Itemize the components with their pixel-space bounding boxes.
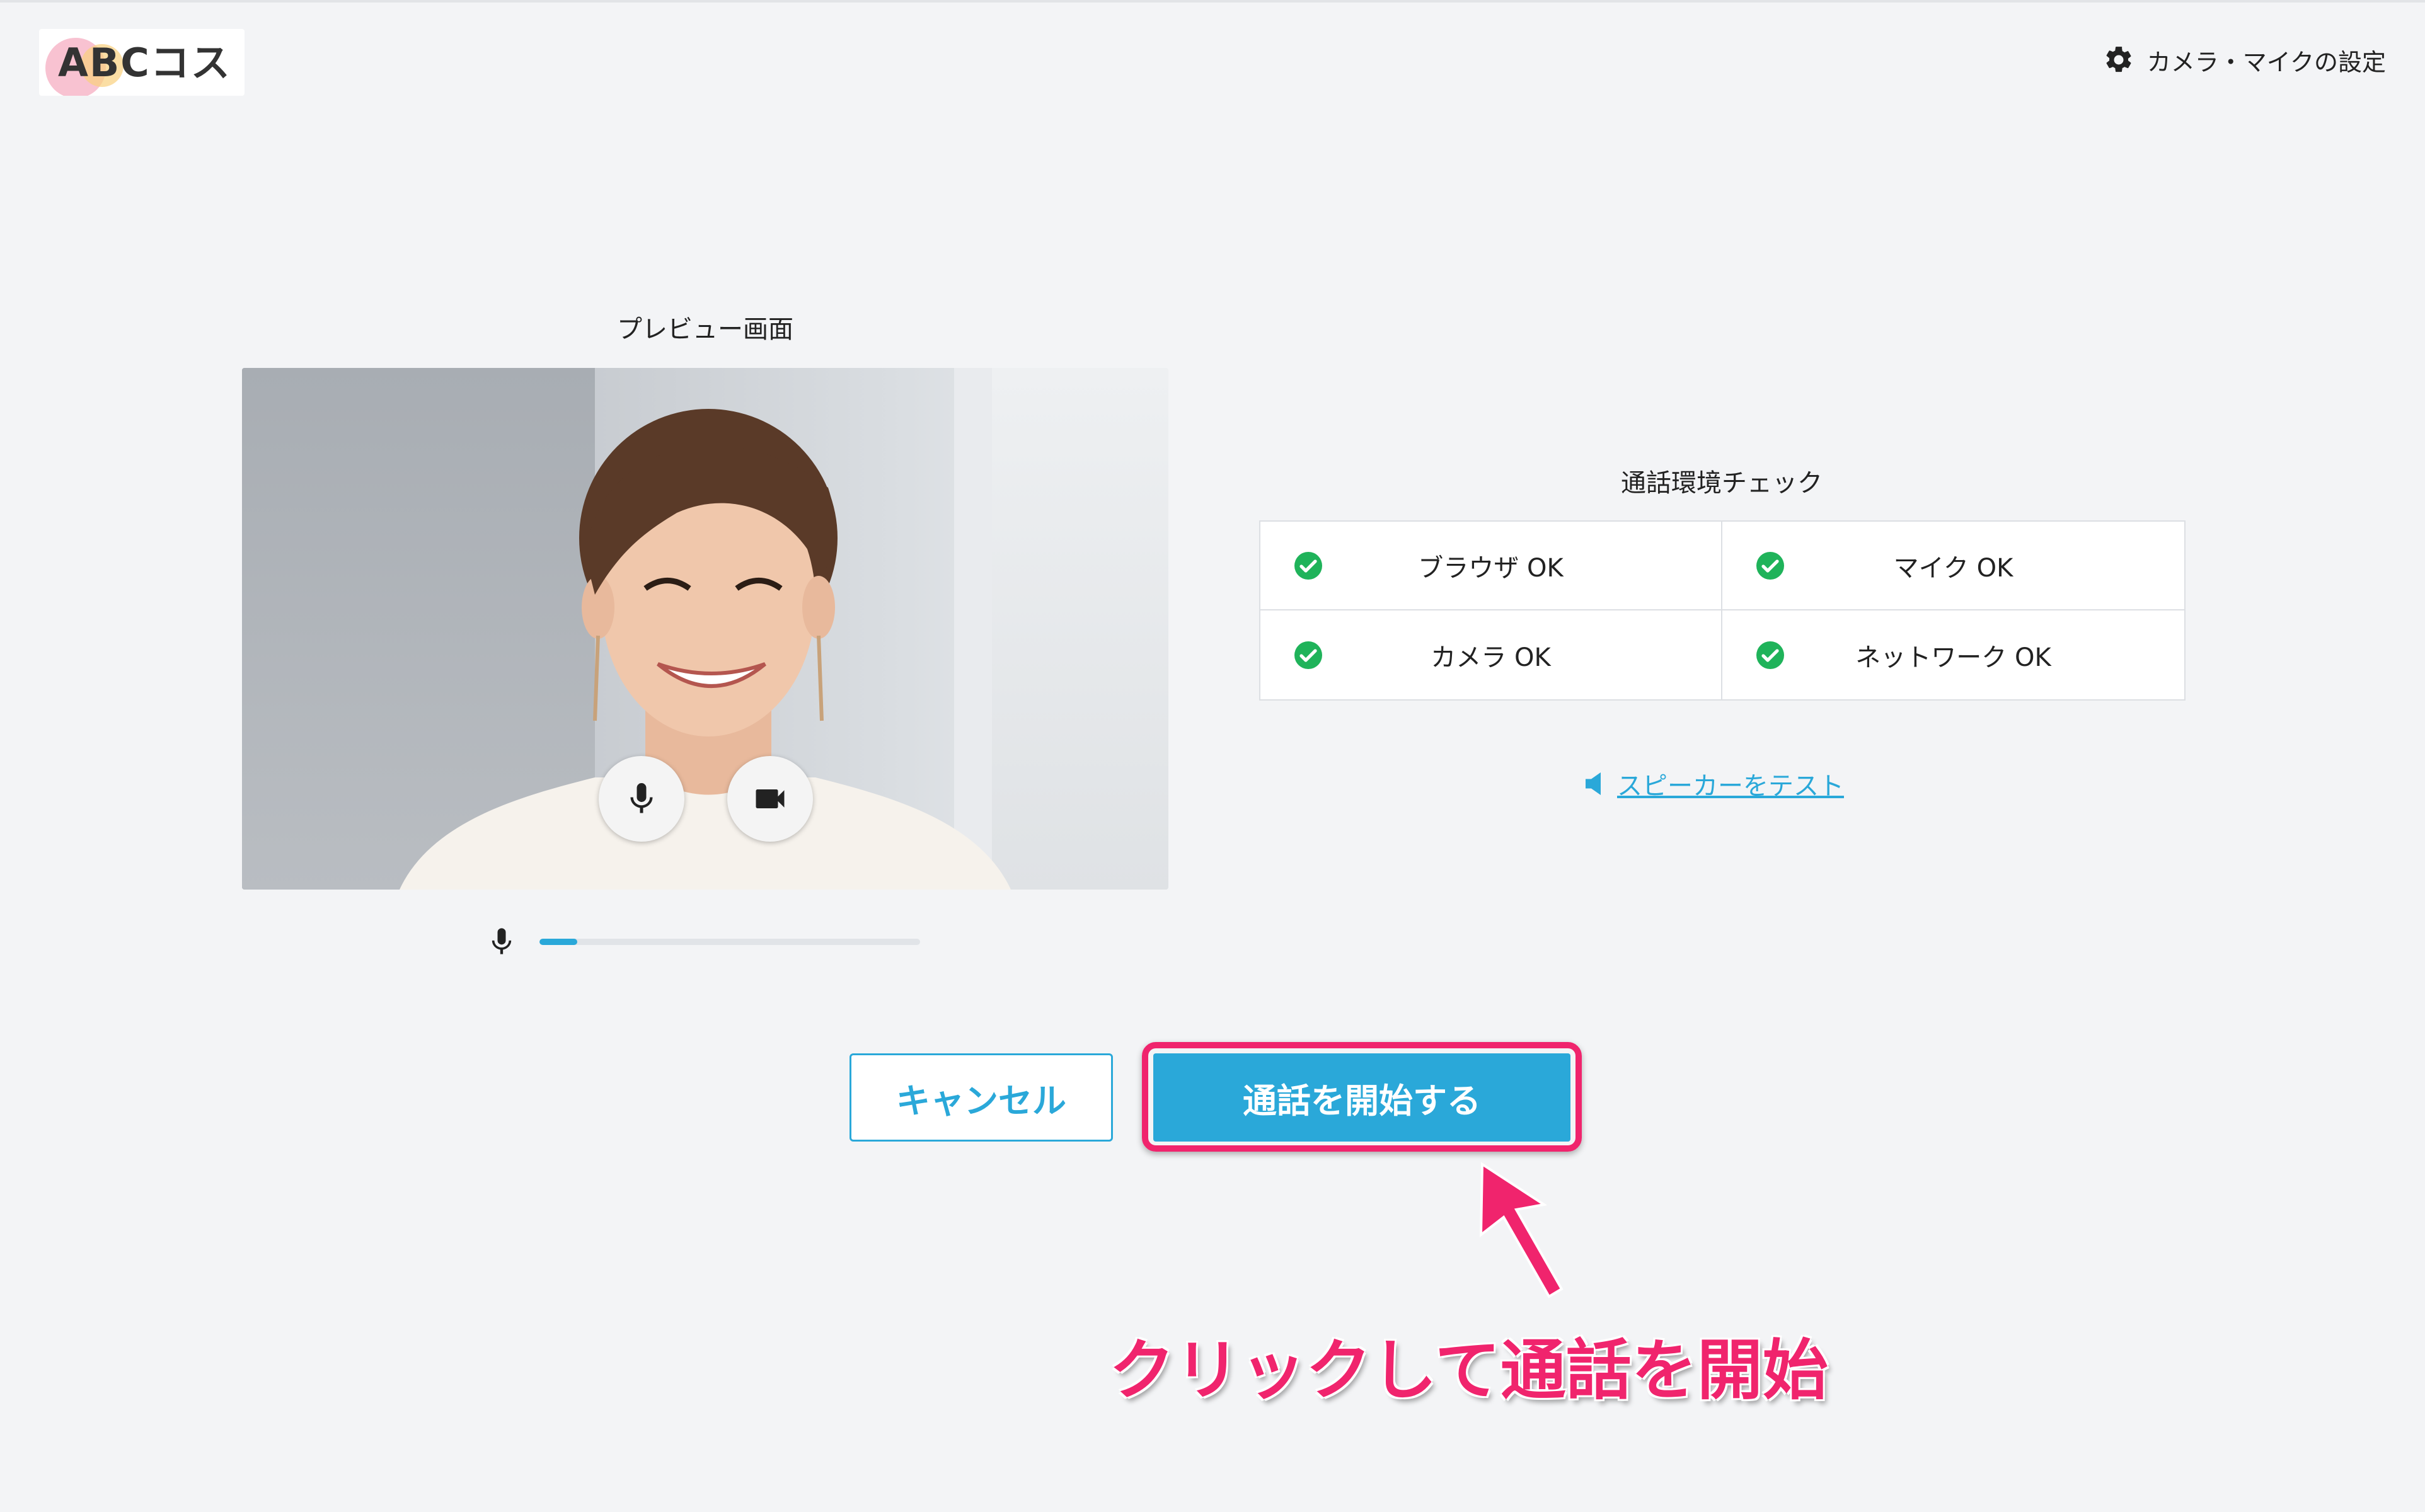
mic-level-track: [539, 939, 920, 945]
check-item-label: マイク OK: [1893, 553, 2013, 583]
logo-text: ABCコスメ: [58, 40, 231, 96]
check-item-network: ネットワーク OK: [1722, 610, 2184, 699]
check-item-label: ネットワーク OK: [1855, 643, 2051, 672]
mic-level-meter: [485, 921, 920, 963]
check-item-camera: カメラ OK: [1260, 610, 1722, 699]
speaker-icon: [1586, 772, 1601, 795]
check-circle-icon: [1294, 641, 1322, 669]
settings-label: カメラ・マイクの設定: [2146, 48, 2386, 76]
check-circle-icon: [1756, 551, 1784, 580]
camera-toggle-button[interactable]: [727, 756, 813, 842]
mic-level-fill: [539, 939, 578, 945]
speaker-test-label: スピーカーをテスト: [1617, 772, 1844, 801]
brand-logo[interactable]: ABCコスメ: [39, 29, 245, 96]
cancel-button[interactable]: キャンセル: [850, 1053, 1113, 1142]
check-item-label: ブラウザ OK: [1418, 553, 1564, 583]
annotation-text: クリックして通話を開始: [1109, 1332, 1828, 1409]
mic-icon: [492, 928, 512, 954]
camera-mic-settings-link[interactable]: カメラ・マイクの設定: [2103, 40, 2386, 79]
top-border: [0, 0, 2425, 3]
preview-title: プレビュー画面: [617, 315, 793, 344]
gear-icon: [2106, 47, 2131, 72]
video-camera-icon: [756, 789, 785, 808]
environment-check-table: ブラウザ OK マイク OK カメラ OK ネットワーク OK: [1259, 520, 2186, 701]
check-circle-icon: [1294, 551, 1322, 580]
check-item-browser: ブラウザ OK: [1260, 522, 1722, 610]
start-call-button[interactable]: 通話を開始する: [1153, 1053, 1570, 1142]
speaker-test-link[interactable]: スピーカーをテスト: [1586, 765, 1844, 803]
mic-toggle-button[interactable]: [599, 756, 684, 842]
check-circle-icon: [1756, 641, 1784, 669]
check-item-mic: マイク OK: [1722, 522, 2184, 610]
environment-check-title: 通話環境チェック: [1621, 469, 1823, 498]
mic-icon: [630, 783, 653, 813]
annotation-arrow-icon: [1479, 1162, 1564, 1298]
person-photo: [400, 409, 1011, 890]
video-preview: [242, 368, 1168, 890]
check-item-label: カメラ OK: [1431, 643, 1551, 672]
